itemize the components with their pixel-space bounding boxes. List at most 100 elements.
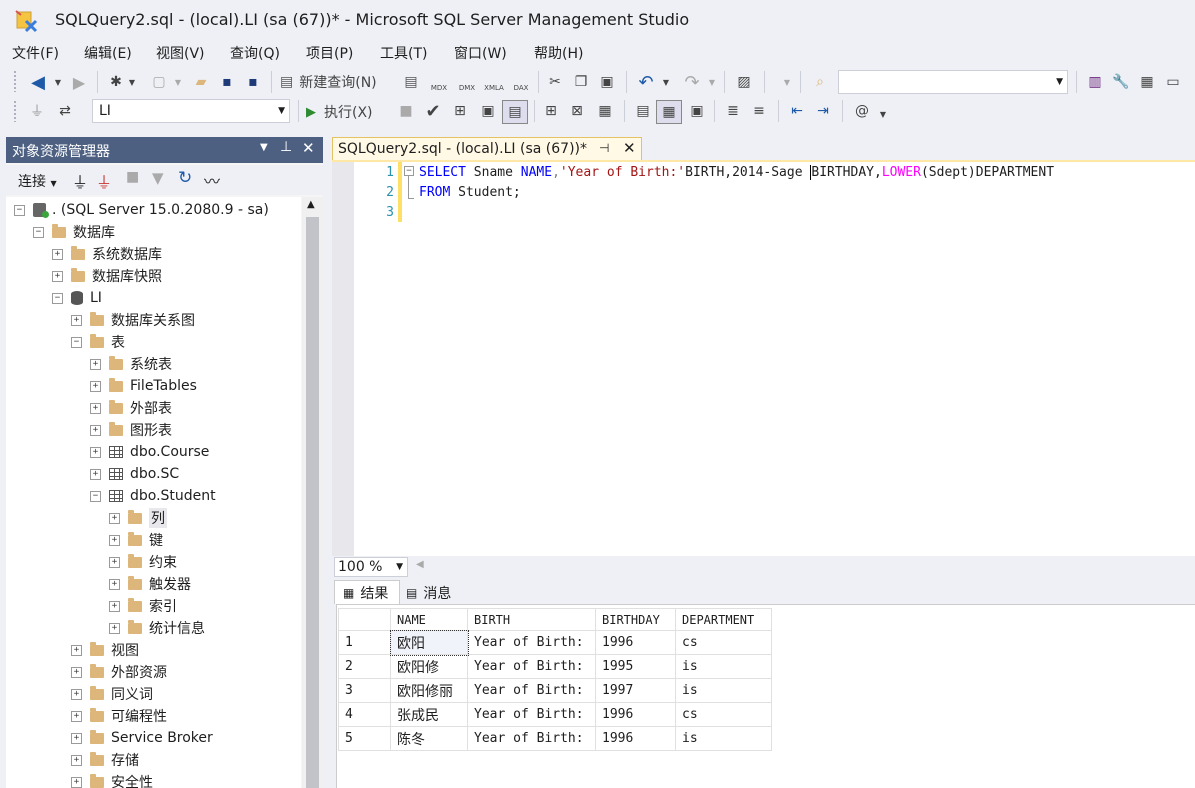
tree-node[interactable]: − . (SQL Server 15.0.2080.9 - sa)	[14, 199, 269, 221]
table-cell[interactable]: is	[675, 726, 772, 751]
zoom-select[interactable]: 100 % ▼	[334, 557, 408, 577]
expand-icon[interactable]: +	[90, 358, 101, 370]
save-all-icon[interactable]: ▪	[242, 72, 264, 92]
console-icon[interactable]: ▭	[1162, 72, 1184, 92]
add-item-icon[interactable]: ▢	[148, 72, 170, 92]
scrollbar-thumb[interactable]	[306, 217, 319, 788]
tree-node[interactable]: + dbo.SC	[90, 463, 179, 485]
query-options-icon[interactable]: ▣	[476, 101, 500, 121]
redo-icon[interactable]: ↷	[680, 72, 704, 93]
stop-icon[interactable]: ■	[396, 101, 416, 121]
row-number-cell[interactable]: 1	[338, 630, 391, 655]
tree-node[interactable]: − dbo.Student	[90, 485, 216, 507]
client-statistics-icon[interactable]: ▦	[594, 101, 616, 121]
disconnect-icon[interactable]: ⏚	[96, 169, 112, 193]
tree-node[interactable]: + 约束	[109, 551, 177, 573]
row-number-header[interactable]	[338, 608, 391, 631]
pin-icon[interactable]: ⊣	[599, 141, 609, 155]
menu-edit[interactable]: 编辑(E)	[84, 43, 132, 63]
new-query-button[interactable]: ▤ 新建查询(N)	[280, 71, 392, 93]
tree-node[interactable]: − LI	[52, 287, 102, 309]
tree-node[interactable]: + 存储	[71, 749, 139, 771]
forward-icon[interactable]: ▶	[68, 72, 90, 92]
save-icon[interactable]: ▪	[216, 72, 238, 92]
parse-checkmark-icon[interactable]: ✔	[422, 101, 444, 122]
connect-dropdown-button[interactable]: 连接 ▼	[18, 171, 57, 191]
visual-studio-icon[interactable]: ▥	[1084, 72, 1106, 92]
table-cell[interactable]: 1996	[595, 630, 676, 655]
tree-node[interactable]: + 安全性	[71, 771, 153, 788]
table-cell[interactable]: 欧阳修	[390, 654, 468, 679]
expand-icon[interactable]: +	[90, 380, 101, 392]
row-number-cell[interactable]: 5	[338, 726, 391, 751]
scroll-left-icon[interactable]: ◀	[416, 559, 424, 570]
tree-node[interactable]: − 表	[71, 331, 125, 353]
activity-monitor-icon[interactable]: 〰	[204, 168, 220, 192]
table-cell[interactable]: 1995	[595, 654, 676, 679]
table-cell[interactable]: Year of Birth:	[467, 726, 596, 751]
new-project-icon[interactable]: ✱	[105, 72, 127, 92]
expand-icon[interactable]: +	[71, 754, 82, 766]
results-to-file-icon[interactable]: ▣	[686, 101, 708, 121]
menu-project[interactable]: 项目(P)	[306, 43, 353, 63]
table-cell[interactable]: 陈冬	[390, 726, 468, 751]
expand-icon[interactable]: +	[90, 468, 101, 480]
include-actual-plan-icon[interactable]: ⊞	[540, 101, 562, 121]
open-file-icon[interactable]: ▰	[190, 72, 212, 92]
wrench-icon[interactable]: 🔧	[1110, 72, 1132, 92]
collapse-icon[interactable]: −	[33, 226, 44, 238]
tree-node[interactable]: + 外部表	[90, 397, 172, 419]
close-tab-icon[interactable]: ✕	[623, 139, 636, 157]
row-number-cell[interactable]: 3	[338, 678, 391, 703]
expand-icon[interactable]: +	[90, 424, 101, 436]
activity-monitor-icon[interactable]: ▨	[732, 72, 756, 92]
find-in-files-icon[interactable]: ⌕	[808, 72, 832, 92]
database-engine-query-icon[interactable]: ▤	[400, 72, 422, 92]
expand-icon[interactable]: +	[90, 402, 101, 414]
new-project-dropdown-icon[interactable]: ▼	[126, 72, 138, 92]
refresh-icon[interactable]: ↻	[178, 168, 192, 188]
expand-icon[interactable]: +	[109, 512, 120, 524]
results-to-grid-icon[interactable]: ▦	[656, 100, 682, 124]
tree-node[interactable]: + 列	[109, 507, 167, 529]
expand-icon[interactable]: +	[71, 644, 82, 656]
tree-node[interactable]: + 触发器	[109, 573, 191, 595]
table-cell[interactable]: cs	[675, 630, 772, 655]
tree-node[interactable]: − 数据库	[33, 221, 115, 243]
table-cell[interactable]: Year of Birth:	[467, 702, 596, 727]
menu-query[interactable]: 查询(Q)	[230, 43, 280, 63]
execute-button[interactable]: ▶ 执行(X)	[306, 101, 390, 123]
menu-view[interactable]: 视图(V)	[156, 43, 205, 63]
comment-out-icon[interactable]: ≣	[722, 101, 744, 121]
table-cell[interactable]: 张成民	[390, 702, 468, 727]
column-header[interactable]: BIRTH	[467, 608, 596, 631]
filter-icon[interactable]: ▼	[152, 169, 164, 187]
expand-icon[interactable]: +	[109, 622, 120, 634]
table-cell[interactable]: Year of Birth:	[467, 654, 596, 679]
toolbar-overflow-icon[interactable]: ▼	[876, 106, 890, 122]
row-number-cell[interactable]: 2	[338, 654, 391, 679]
xmla-query-icon[interactable]: XMLA	[480, 72, 508, 92]
expand-icon[interactable]: +	[71, 688, 82, 700]
copy-icon[interactable]: ❐	[570, 72, 592, 92]
cut-icon[interactable]: ✂	[544, 72, 566, 92]
expand-icon[interactable]: +	[109, 600, 120, 612]
tree-node[interactable]: + 可编程性	[71, 705, 167, 727]
add-item-dropdown-icon[interactable]: ▼	[172, 72, 184, 92]
tree-scrollbar[interactable]: ▲	[302, 197, 323, 788]
dax-query-icon[interactable]: DAX	[508, 72, 534, 92]
tab-messages[interactable]: ▤ 消息	[402, 582, 466, 604]
expand-icon[interactable]: +	[71, 314, 82, 326]
connect-plug-icon[interactable]: ⏚	[72, 169, 88, 193]
expand-icon[interactable]: +	[109, 556, 120, 568]
specify-template-values-icon[interactable]: @	[850, 101, 874, 121]
expand-icon[interactable]: +	[71, 776, 82, 788]
undo-icon[interactable]: ↶	[634, 72, 658, 93]
menu-window[interactable]: 窗口(W)	[454, 43, 507, 63]
dmx-query-icon[interactable]: DMX	[454, 72, 480, 92]
collapse-icon[interactable]: −	[90, 490, 101, 502]
tree-node[interactable]: + 数据库快照	[52, 265, 162, 287]
tree-node[interactable]: + 外部资源	[71, 661, 167, 683]
connect-icon[interactable]: ⏚	[26, 101, 48, 121]
results-to-text-icon[interactable]: ▤	[632, 101, 654, 121]
